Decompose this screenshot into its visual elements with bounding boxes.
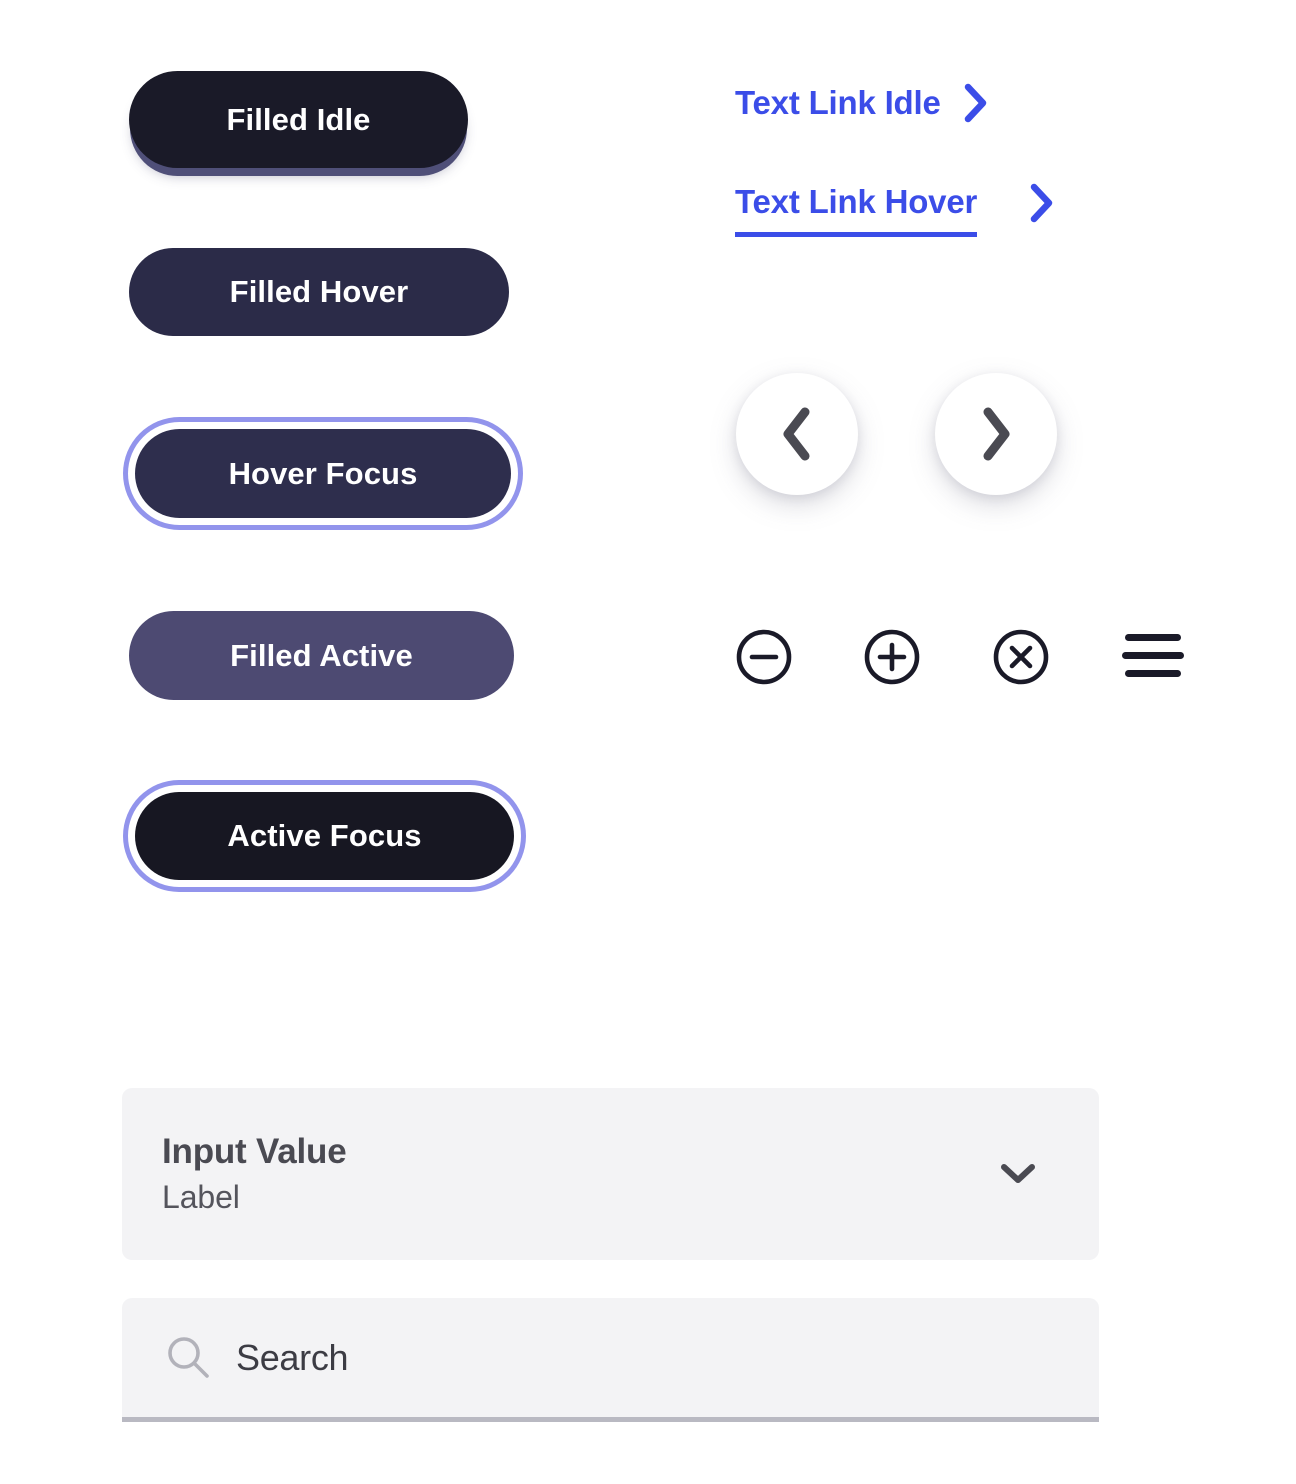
text-link-hover[interactable]: Text Link Hover: [735, 183, 1055, 237]
hamburger-line-top: [1125, 634, 1181, 641]
x-circle-icon: [991, 627, 1051, 687]
filled-active-button[interactable]: Filled Active: [129, 611, 514, 700]
search-field[interactable]: Search: [122, 1298, 1099, 1422]
chevron-right-icon: [976, 406, 1016, 462]
plus-circle-icon-button[interactable]: [862, 627, 922, 687]
active-focus-button-label: Active Focus: [227, 818, 422, 853]
component-showcase-canvas: Filled Idle Filled Hover Hover Focus Fil…: [0, 0, 1296, 1484]
hamburger-line-bottom: [1125, 670, 1181, 677]
filled-hover-button-label: Filled Hover: [229, 274, 409, 309]
text-link-hover-label: Text Link Hover: [735, 183, 977, 237]
chevron-right-icon: [963, 83, 989, 123]
hover-focus-button-label: Hover Focus: [228, 455, 418, 491]
input-label-text: Label: [162, 1179, 240, 1215]
minus-circle-icon: [734, 627, 794, 687]
minus-circle-icon-button[interactable]: [734, 627, 794, 687]
chevron-right-icon: [1029, 183, 1055, 223]
x-circle-icon-button[interactable]: [991, 627, 1051, 687]
filled-idle-button[interactable]: Filled Idle: [129, 71, 468, 168]
hover-focus-button[interactable]: Hover Focus: [135, 429, 511, 518]
search-placeholder-text: Search: [236, 1336, 349, 1378]
input-value-text: Input Value: [162, 1132, 347, 1171]
active-focus-button[interactable]: Active Focus: [135, 792, 514, 880]
text-link-idle[interactable]: Text Link Idle: [735, 83, 989, 123]
hamburger-menu-icon: [1122, 634, 1184, 678]
search-icon: [162, 1332, 214, 1384]
chevron-down-icon[interactable]: [999, 1162, 1037, 1186]
text-link-idle-label: Text Link Idle: [735, 84, 941, 121]
filled-active-button-label: Filled Active: [230, 637, 413, 673]
plus-circle-icon: [862, 627, 922, 687]
input-select-texts: Input Value Label: [162, 1132, 999, 1216]
chevron-left-icon: [777, 406, 817, 462]
carousel-prev-button[interactable]: [736, 373, 858, 495]
filled-idle-button-label: Filled Idle: [226, 101, 371, 137]
hamburger-menu-button[interactable]: [1122, 633, 1184, 679]
hamburger-line-middle: [1122, 652, 1184, 659]
input-select-field[interactable]: Input Value Label: [122, 1088, 1099, 1260]
filled-hover-button[interactable]: Filled Hover: [129, 248, 509, 336]
carousel-next-button[interactable]: [935, 373, 1057, 495]
